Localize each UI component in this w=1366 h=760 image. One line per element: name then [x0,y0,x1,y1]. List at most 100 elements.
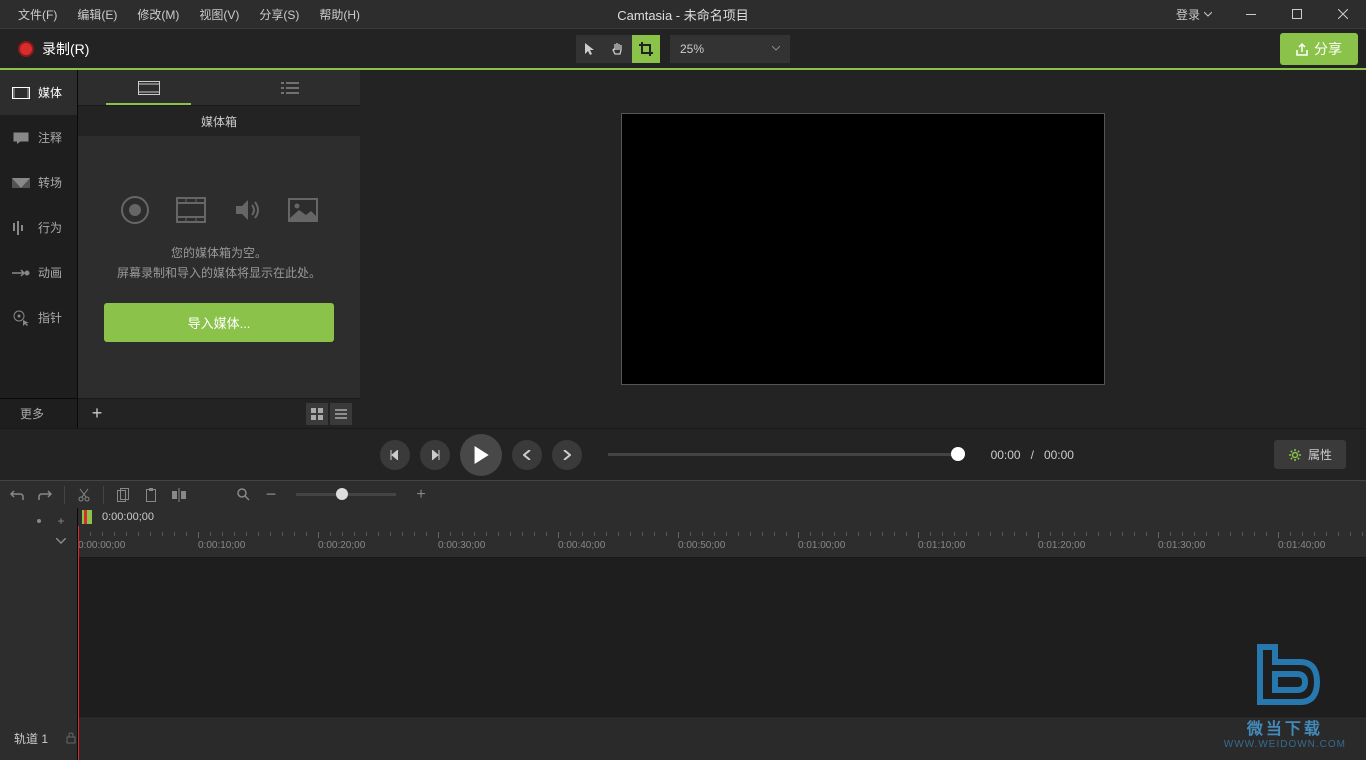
split-button[interactable] [168,484,190,506]
add-media-button[interactable]: + [86,403,108,425]
timeline-tracks-area[interactable] [78,558,1366,760]
redo-button[interactable] [34,484,56,506]
menu-view[interactable]: 视图(V) [189,2,249,27]
paste-button[interactable] [140,484,162,506]
ruler-tick: 0:01:00;00 [798,540,845,551]
sidebar-item-behaviors[interactable]: 行为 [0,205,77,250]
ruler-tick: 0:01:10;00 [918,540,965,551]
panel-tab-media[interactable] [78,70,219,105]
video-media-icon [173,192,209,228]
ruler-tick: 0:00:40;00 [558,540,605,551]
window-title: Camtasia - 未命名项目 [617,5,748,24]
list-icon [281,82,299,94]
sidebar-label: 注释 [38,129,62,146]
playhead-row[interactable]: 0:00:00;00 [78,508,1366,526]
playback-slider[interactable] [608,453,965,456]
sidebar-item-media[interactable]: 媒体 [0,70,77,115]
preview-canvas[interactable] [621,113,1105,385]
zoom-handle[interactable] [336,488,348,500]
close-button[interactable] [1320,0,1366,28]
import-media-button[interactable]: 导入媒体... [104,303,334,342]
zoom-in-button[interactable]: + [410,484,432,506]
sidebar-label: 转场 [38,174,62,191]
empty-state-text: 您的媒体箱为空。 屏幕录制和导入的媒体将显示在此处。 [117,244,321,282]
image-media-icon [285,192,321,228]
playback-handle[interactable] [951,447,965,461]
sidebar-item-cursor[interactable]: 指针 [0,295,77,340]
properties-label: 属性 [1308,446,1332,463]
sidebar-label: 动画 [38,264,62,281]
menu-bar: 文件(F) 编辑(E) 修改(M) 视图(V) 分享(S) 帮助(H) Camt… [0,0,1366,28]
share-button[interactable]: 分享 [1280,33,1358,65]
media-icon [12,86,30,100]
panel-tab-library[interactable] [219,70,360,105]
track-settings-button[interactable] [29,512,49,530]
collapse-tracks-button[interactable] [51,532,71,550]
step-back-button[interactable] [512,440,542,470]
track-label[interactable]: 轨道 1 [0,716,77,760]
timeline-zoom-slider[interactable] [296,493,396,496]
undo-button[interactable] [6,484,28,506]
record-button[interactable]: 录制(R) [8,33,99,65]
menu-modify[interactable]: 修改(M) [127,2,189,27]
playhead-indicator [84,510,87,524]
playhead-line[interactable] [78,526,79,760]
ruler-tick: 0:00:50;00 [678,540,725,551]
prev-frame-button[interactable] [380,440,410,470]
play-button[interactable] [460,434,502,476]
ruler-tick: 0:01:30;00 [1158,540,1205,551]
ruler-tick: 0:00:00;00 [78,540,125,551]
ruler-tick: 0:00:30;00 [438,540,485,551]
sidebar-item-transitions[interactable]: 转场 [0,160,77,205]
time-current: 00:00 [991,448,1021,462]
step-forward-button[interactable] [552,440,582,470]
media-panel: 媒体箱 您的媒体箱为空。 屏幕录制和导入的媒体将显示在此处。 导入媒体... + [78,70,360,428]
playback-bar: 00:00 / 00:00 属性 [0,428,1366,480]
zoom-search-button[interactable] [232,484,254,506]
lock-icon [66,732,76,744]
minimize-button[interactable] [1228,0,1274,28]
copy-button[interactable] [112,484,134,506]
zoom-select[interactable]: 25% [670,35,790,63]
login-button[interactable]: 登录 [1168,2,1220,27]
zoom-out-button[interactable]: − [260,484,282,506]
audio-media-icon [229,192,265,228]
zoom-value: 25% [680,42,704,56]
menu-help[interactable]: 帮助(H) [309,2,370,27]
properties-button[interactable]: 属性 [1274,440,1346,469]
list-view-button[interactable] [330,403,352,425]
sidebar-item-annotations[interactable]: 注释 [0,115,77,160]
canvas-area [360,70,1366,428]
filmstrip-icon [138,81,160,95]
chevron-down-icon [772,46,780,51]
timeline-toolbar: − + [0,480,1366,508]
login-label: 登录 [1176,6,1200,23]
menu-share[interactable]: 分享(S) [249,2,309,27]
record-media-icon [117,192,153,228]
playhead-time: 0:00:00;00 [102,511,154,523]
menu-edit[interactable]: 编辑(E) [67,2,127,27]
grid-view-button[interactable] [306,403,328,425]
sidebar-more[interactable]: 更多 [0,398,77,428]
share-icon [1296,42,1308,56]
ruler-tick: 0:01:40;00 [1278,540,1325,551]
cut-button[interactable] [73,484,95,506]
ruler-tick: 0:01:20;00 [1038,540,1085,551]
add-track-button[interactable]: + [51,512,71,530]
cursor-icon [12,311,30,325]
annotation-icon [12,131,30,145]
crop-tool[interactable] [632,35,660,63]
menu-file[interactable]: 文件(F) [8,2,67,27]
animation-icon [12,266,30,280]
track-row[interactable] [78,716,1366,760]
gear-icon [1288,448,1302,462]
panel-header: 媒体箱 [78,106,360,136]
sidebar-item-animations[interactable]: 动画 [0,250,77,295]
select-tool[interactable] [576,35,604,63]
record-icon [18,41,34,57]
pan-tool[interactable] [604,35,632,63]
sidebar-label: 指针 [38,309,62,326]
timeline-ruler[interactable]: 0:00:00;000:00:10;000:00:20;000:00:30;00… [78,526,1366,558]
maximize-button[interactable] [1274,0,1320,28]
next-frame-button[interactable] [420,440,450,470]
